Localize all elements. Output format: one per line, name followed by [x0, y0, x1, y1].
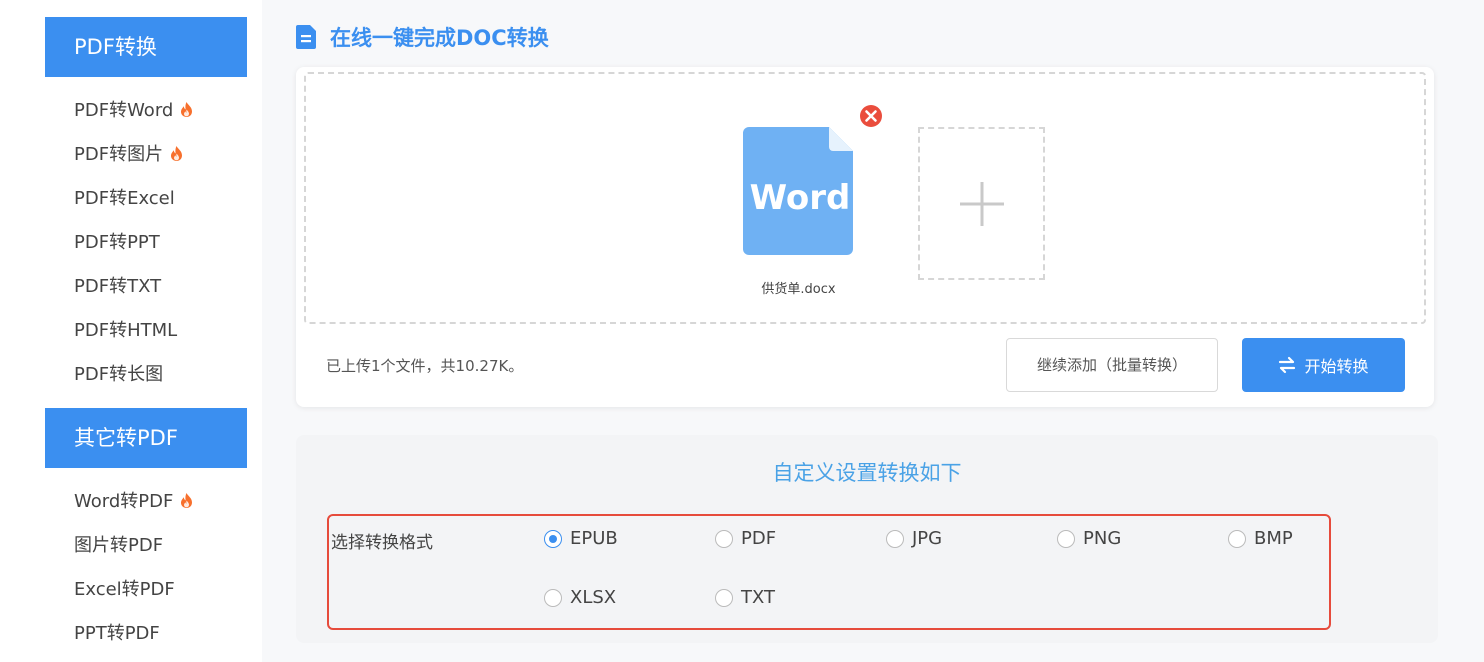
start-convert-button[interactable]: 开始转换	[1242, 338, 1405, 392]
format-option-jpg[interactable]: JPG	[886, 528, 942, 549]
format-option-label: EPUB	[570, 528, 618, 549]
sidebar-item-ppt-to-pdf[interactable]: PPT转PDF	[74, 622, 160, 646]
radio-icon	[1057, 529, 1075, 548]
sidebar-item-pdf-to-image[interactable]: PDF转图片	[74, 143, 183, 167]
format-label: 选择转换格式	[331, 533, 433, 553]
sidebar-item-label: PDF转长图	[74, 364, 164, 385]
sidebar-item-label: PDF转PPT	[74, 232, 160, 253]
sidebar-item-pdf-to-html[interactable]: PDF转HTML	[74, 319, 177, 343]
fire-icon	[171, 146, 183, 161]
plus-icon	[960, 182, 1004, 226]
sidebar-item-label: PDF转Excel	[74, 188, 175, 209]
sidebar-item-label: PDF转Word	[74, 100, 174, 121]
format-option-label: XLSX	[570, 587, 617, 608]
sidebar-item-pdf-to-excel[interactable]: PDF转Excel	[74, 187, 175, 211]
start-convert-label: 开始转换	[1304, 357, 1369, 376]
sidebar-item-excel-to-pdf[interactable]: Excel转PDF	[74, 578, 175, 602]
format-option-label: JPG	[912, 528, 943, 549]
radio-icon	[1228, 529, 1246, 548]
format-selector: 选择转换格式 EPUB PDF JPG PNG BMP XLSX TXT	[327, 514, 1331, 630]
sidebar-section-other-to-pdf[interactable]: 其它转PDF	[45, 408, 247, 468]
format-option-epub[interactable]: EPUB	[544, 528, 618, 549]
sidebar-item-label: Excel转PDF	[74, 579, 175, 600]
format-option-pdf[interactable]: PDF	[715, 528, 776, 549]
sidebar-item-pdf-to-txt[interactable]: PDF转TXT	[74, 275, 161, 299]
close-circle-icon[interactable]	[859, 104, 883, 128]
format-option-txt[interactable]: TXT	[715, 587, 775, 608]
radio-icon	[886, 529, 904, 548]
sidebar-item-label: PDF转TXT	[74, 276, 162, 297]
settings-panel: 自定义设置转换如下 选择转换格式 EPUB PDF JPG PNG BMP XL…	[296, 435, 1438, 643]
upload-status: 已上传1个文件，共10.27K。	[326, 357, 524, 375]
upload-panel: Word 供货单.docx 已上传1个文件，共10.27K。 继续添加（批量转换…	[296, 67, 1434, 407]
sidebar-item-pdf-to-word[interactable]: PDF转Word	[74, 99, 193, 123]
settings-title: 自定义设置转换如下	[772, 461, 962, 485]
page-title-text: 在线一键完成DOC转换	[330, 26, 549, 50]
radio-icon	[544, 588, 562, 607]
swap-icon	[1279, 356, 1296, 374]
drop-zone[interactable]: Word 供货单.docx	[304, 72, 1426, 324]
format-option-png[interactable]: PNG	[1057, 528, 1121, 549]
sidebar-item-label: PPT转PDF	[74, 623, 160, 644]
add-more-button[interactable]: 继续添加（批量转换）	[1006, 338, 1218, 392]
format-option-label: PDF	[741, 528, 777, 549]
sidebar-item-pdf-to-long-image[interactable]: PDF转长图	[74, 363, 163, 387]
file-icon-label: Word	[750, 178, 851, 218]
sidebar: PDF转换 PDF转Word PDF转图片 PDF转Excel PDF转PPT …	[0, 0, 262, 662]
word-file-icon: Word	[743, 127, 853, 255]
sidebar-item-pdf-to-ppt[interactable]: PDF转PPT	[74, 231, 160, 255]
sidebar-item-image-to-pdf[interactable]: 图片转PDF	[74, 534, 163, 558]
radio-icon	[715, 529, 733, 548]
document-icon	[296, 25, 316, 49]
format-option-label: BMP	[1254, 528, 1293, 549]
sidebar-item-label: PDF转图片	[74, 144, 164, 165]
fire-icon	[181, 102, 193, 117]
radio-icon	[715, 588, 733, 607]
format-option-label: TXT	[741, 587, 776, 608]
sidebar-item-label: Word转PDF	[74, 491, 174, 512]
sidebar-item-label: PDF转HTML	[74, 320, 178, 341]
file-name: 供货单.docx	[761, 282, 836, 297]
sidebar-item-label: 图片转PDF	[74, 535, 164, 556]
format-option-bmp[interactable]: BMP	[1228, 528, 1293, 549]
radio-icon	[544, 529, 562, 548]
page-title: 在线一键完成DOC转换	[296, 20, 549, 54]
add-file-button[interactable]	[918, 127, 1045, 280]
sidebar-item-word-to-pdf[interactable]: Word转PDF	[74, 490, 193, 514]
format-option-label: PNG	[1083, 528, 1122, 549]
fire-icon	[181, 493, 193, 508]
sidebar-section-pdf-convert[interactable]: PDF转换	[45, 17, 247, 77]
format-option-xlsx[interactable]: XLSX	[544, 587, 616, 608]
